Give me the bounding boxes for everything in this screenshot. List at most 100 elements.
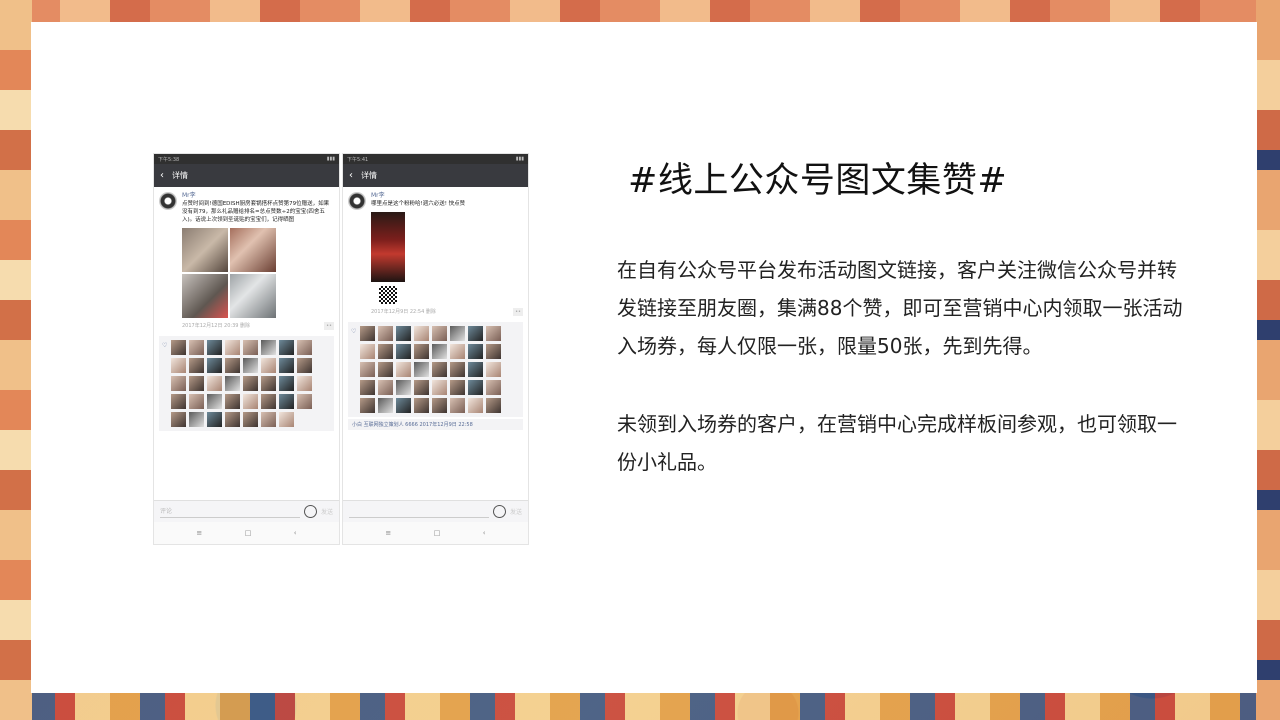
- like-avatar: [468, 398, 483, 413]
- like-avatar: [360, 326, 375, 341]
- decorative-left-band: [0, 0, 32, 720]
- like-avatar: [414, 398, 429, 413]
- phone-screenshot-1: 下午5:38 ▮▮▮ ‹ 详情 Mr李 点赞时间到!德国EDISH厨房套锅搭杯点…: [153, 153, 340, 545]
- back-icon[interactable]: ‹: [483, 529, 486, 537]
- like-avatar: [171, 340, 186, 355]
- system-nav-bar: ≡ □ ‹: [343, 522, 528, 544]
- menu-icon[interactable]: ≡: [196, 529, 202, 537]
- like-avatar: [486, 344, 501, 359]
- comment-input[interactable]: [349, 506, 489, 518]
- paragraph-consolation-gift: 未领到入场券的客户，在营销中心完成样板间参观，也可领取一份小礼品。: [617, 412, 1177, 474]
- back-chevron-icon: ‹: [160, 170, 164, 181]
- nav-bar: ‹ 详情: [343, 164, 528, 187]
- like-avatar: [225, 358, 240, 373]
- post-timestamp: 2017年12月12日 20:39 删除: [182, 323, 251, 329]
- home-icon[interactable]: □: [434, 529, 441, 537]
- post-image: [230, 274, 276, 318]
- like-avatar: [261, 394, 276, 409]
- status-time: 下午5:41: [347, 156, 369, 163]
- status-time: 下午5:38: [158, 156, 180, 163]
- back-icon[interactable]: ‹: [294, 529, 297, 537]
- avatar: [348, 192, 366, 210]
- post-image: [182, 274, 228, 318]
- like-avatar: [243, 358, 258, 373]
- like-avatar: [360, 362, 375, 377]
- send-button[interactable]: 发送: [321, 507, 333, 516]
- heart-icon: ♡: [162, 342, 168, 349]
- like-avatar: [378, 398, 393, 413]
- like-avatar: [171, 394, 186, 409]
- more-dots-icon: ••: [513, 308, 523, 316]
- phone-screenshot-2: 下午5:41 ▮▮▮ ‹ 详情 Mr李 哪里点是这个粉粉哈!週六必送! 快点赞 …: [342, 153, 529, 545]
- like-avatar: [189, 394, 204, 409]
- like-avatar: [207, 394, 222, 409]
- slide-canvas: 下午5:38 ▮▮▮ ‹ 详情 Mr李 点赞时间到!德国EDISH厨房套锅搭杯点…: [31, 22, 1257, 693]
- like-avatar: [207, 340, 222, 355]
- like-avatar: [432, 398, 447, 413]
- emoji-icon[interactable]: [303, 505, 317, 518]
- like-avatar: [297, 394, 312, 409]
- like-avatar: [189, 376, 204, 391]
- comment-item: 小白 互联网独立策划人 6666 2017年12月9日 22:58: [348, 419, 523, 430]
- emoji-icon[interactable]: [492, 505, 506, 518]
- like-avatar: [450, 326, 465, 341]
- likes-panel: ♡: [159, 336, 334, 431]
- like-avatar: [225, 376, 240, 391]
- like-avatar: [243, 340, 258, 355]
- like-avatar: [279, 340, 294, 355]
- like-avatar: [378, 344, 393, 359]
- post-poster-image: [371, 212, 405, 282]
- more-dots-icon: ••: [324, 322, 334, 330]
- like-avatar: [450, 380, 465, 395]
- post-image: [182, 228, 228, 272]
- comment-bar: 发送: [343, 500, 528, 522]
- like-avatar: [414, 362, 429, 377]
- like-avatar: [378, 326, 393, 341]
- post-text: 点赞时间到!德国EDISH厨房套锅搭杯点赞第79位赠送，如果没有到79，那么礼品…: [182, 201, 330, 223]
- like-avatar: [261, 358, 276, 373]
- like-avatar: [414, 326, 429, 341]
- like-avatar: [189, 412, 204, 427]
- like-avatar: [225, 394, 240, 409]
- like-avatar: [207, 358, 222, 373]
- post-image-grid: [182, 228, 334, 318]
- like-avatar: [432, 344, 447, 359]
- like-avatar: [171, 376, 186, 391]
- like-avatar: [207, 412, 222, 427]
- like-avatar: [360, 398, 375, 413]
- system-nav-bar: ≡ □ ‹: [154, 522, 339, 544]
- home-icon[interactable]: □: [245, 529, 252, 537]
- post-timestamp: 2017年12月9日 22:54 删除: [371, 309, 436, 315]
- like-avatar: [486, 380, 501, 395]
- moments-post: Mr李 点赞时间到!德国EDISH厨房套锅搭杯点赞第79位赠送，如果没有到79，…: [154, 187, 339, 330]
- like-avatar: [360, 344, 375, 359]
- like-avatar: [486, 398, 501, 413]
- like-avatar: [468, 362, 483, 377]
- like-avatar: [243, 394, 258, 409]
- send-button[interactable]: 发送: [510, 507, 522, 516]
- like-avatar: [396, 380, 411, 395]
- like-avatar: [297, 358, 312, 373]
- like-avatar: [207, 376, 222, 391]
- post-author: Mr李: [371, 192, 385, 199]
- like-avatar: [225, 340, 240, 355]
- like-avatar: [225, 412, 240, 427]
- like-avatar: [261, 376, 276, 391]
- like-avatar: [261, 412, 276, 427]
- heart-icon: ♡: [351, 328, 357, 335]
- like-avatar: [243, 412, 258, 427]
- comment-input[interactable]: 评论: [160, 506, 300, 518]
- like-avatar: [486, 362, 501, 377]
- like-avatar: [396, 326, 411, 341]
- like-avatar: [378, 380, 393, 395]
- like-avatar: [243, 376, 258, 391]
- slide-title: #线上公众号图文集赞#: [628, 161, 1008, 201]
- menu-icon[interactable]: ≡: [385, 529, 391, 537]
- back-chevron-icon: ‹: [349, 170, 353, 181]
- decorative-bottom-band: [0, 692, 1280, 720]
- like-avatar: [189, 340, 204, 355]
- like-avatar: [396, 398, 411, 413]
- paragraph-activity-rules: 在自有公众号平台发布活动图文链接，客户关注微信公众号并转发链接至朋友圈，集满88…: [617, 258, 1183, 358]
- moments-post: Mr李 哪里点是这个粉粉哈!週六必送! 快点赞 2017年12月9日 22:54…: [343, 187, 528, 316]
- signal-icon: ▮▮▮: [326, 156, 335, 162]
